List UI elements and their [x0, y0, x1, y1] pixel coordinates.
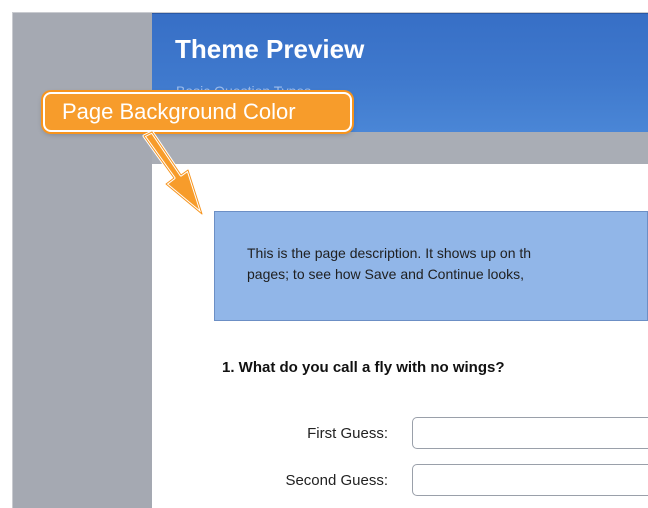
- first-guess-input[interactable]: [412, 417, 648, 449]
- second-guess-input[interactable]: [412, 464, 648, 496]
- page-description-line-2: pages; to see how Save and Continue look…: [247, 266, 525, 282]
- theme-title: Theme Preview: [175, 34, 365, 64]
- question-title: 1. What do you call a fly with no wings?: [222, 359, 505, 376]
- left-gray-margin: [13, 13, 152, 508]
- page-description-line-1: This is the page description. It shows u…: [247, 245, 532, 261]
- first-guess-label: First Guess:: [307, 425, 388, 442]
- second-guess-label: Second Guess:: [285, 472, 388, 489]
- page-background-color-callout-text: Page Background Color: [62, 99, 296, 124]
- arrow-down-right-icon: [142, 130, 204, 216]
- theme-preview-screenshot: Theme Preview Basic Question Types This …: [0, 0, 648, 508]
- header-gap: [152, 132, 648, 164]
